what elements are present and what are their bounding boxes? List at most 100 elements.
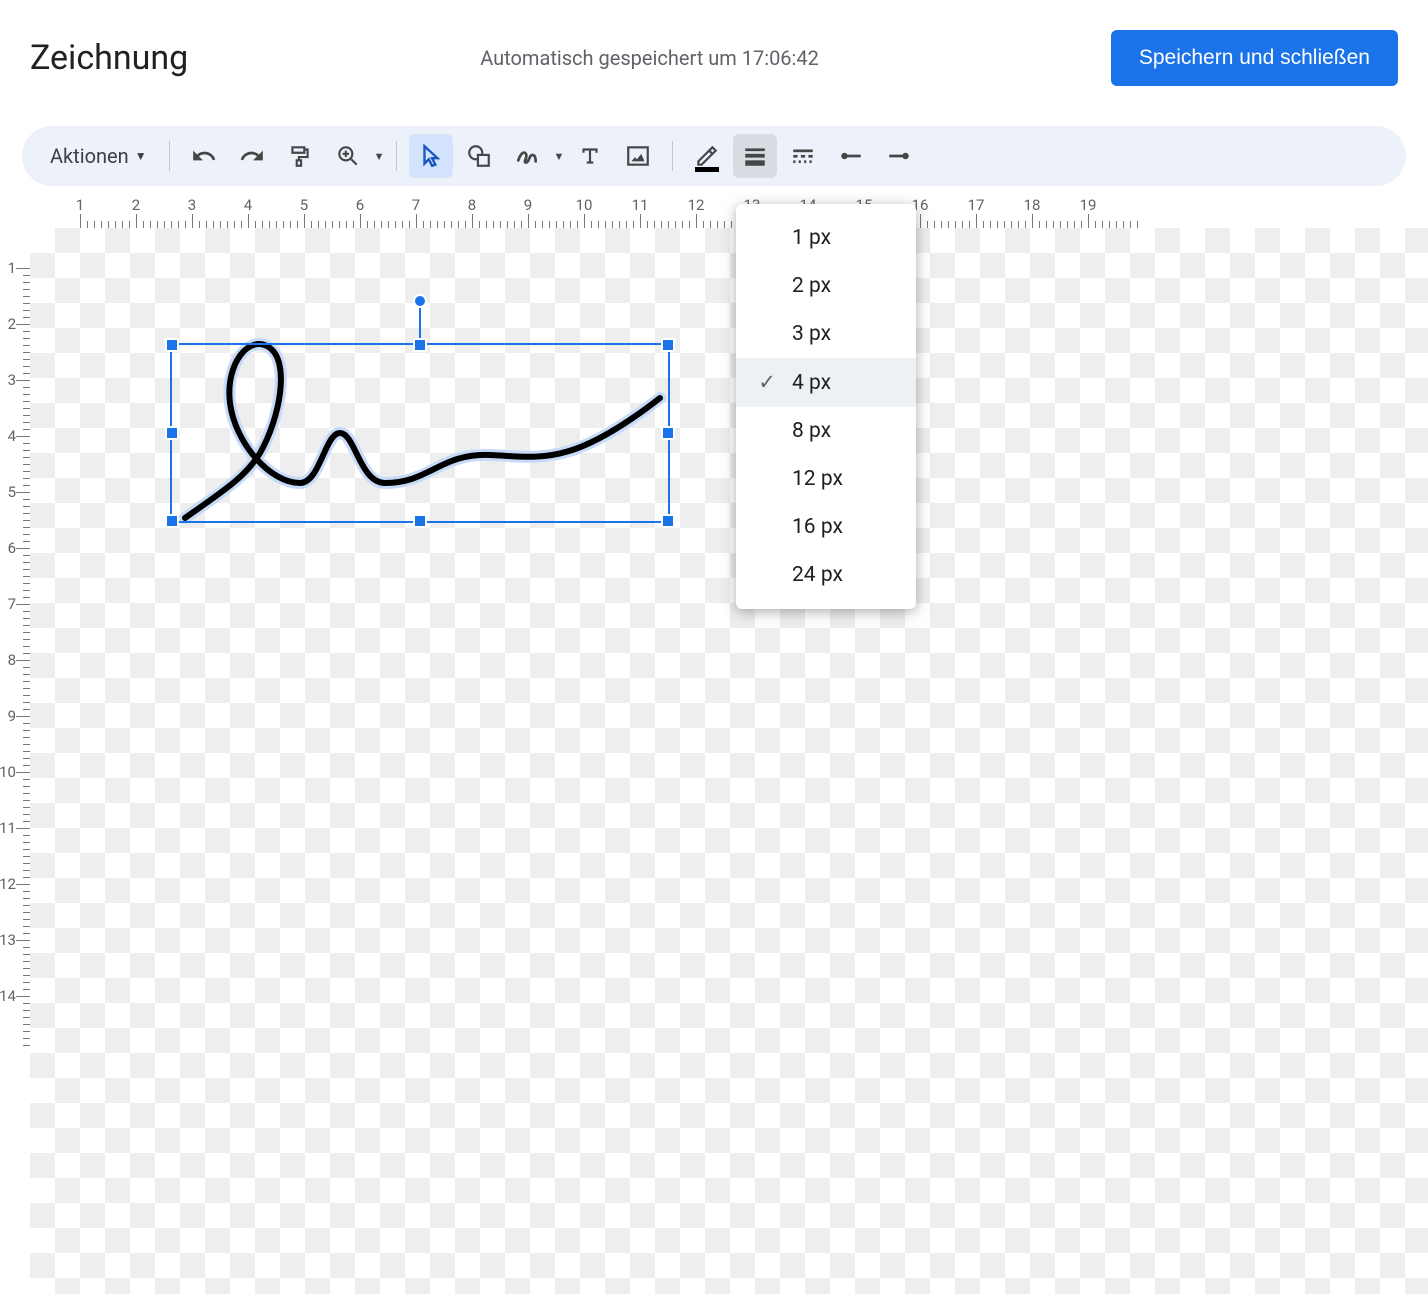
ruler-label: 2	[8, 315, 16, 333]
text-tool-button[interactable]	[568, 134, 612, 178]
pencil-icon	[694, 143, 720, 169]
line-start-button[interactable]	[829, 134, 873, 178]
line-weight-option-label: 1 px	[792, 226, 831, 250]
selection-box[interactable]	[170, 343, 670, 523]
ruler-label: 9	[524, 196, 532, 214]
ruler-label: 6	[356, 196, 364, 214]
ruler-label: 19	[1080, 196, 1097, 214]
redo-button[interactable]	[230, 134, 274, 178]
vertical-ruler: 1234567891011121314	[0, 228, 30, 1294]
line-weight-option[interactable]: 16 px	[736, 503, 916, 551]
resize-handle-se[interactable]	[661, 514, 675, 528]
save-close-button[interactable]: Speichern und schließen	[1111, 30, 1398, 86]
ruler-label: 9	[8, 707, 16, 725]
ruler-label: 5	[8, 483, 16, 501]
zoom-icon	[335, 143, 361, 169]
cursor-icon	[418, 143, 444, 169]
actions-label: Aktionen	[50, 144, 129, 168]
ruler-label: 10	[576, 196, 593, 214]
line-weight-option[interactable]: ✓ 4 px	[736, 358, 916, 407]
ruler-label: 12	[0, 875, 16, 893]
line-weight-button[interactable]	[733, 134, 777, 178]
line-dash-icon	[790, 143, 816, 169]
undo-button[interactable]	[182, 134, 226, 178]
resize-handle-w[interactable]	[165, 426, 179, 440]
zoom-button[interactable]	[326, 134, 370, 178]
text-icon	[577, 143, 603, 169]
ruler-label: 11	[0, 819, 16, 837]
rotation-handle[interactable]	[413, 294, 427, 308]
ruler-label: 2	[132, 196, 140, 214]
resize-handle-s[interactable]	[413, 514, 427, 528]
line-weight-option-label: 12 px	[792, 467, 843, 491]
ruler-label: 18	[1024, 196, 1041, 214]
ruler-label: 3	[8, 371, 16, 389]
drawing-canvas[interactable]	[30, 228, 1428, 1294]
ruler-label: 4	[244, 196, 252, 214]
ruler-label: 1	[76, 196, 84, 214]
select-tool-button[interactable]	[409, 134, 453, 178]
line-weight-icon	[742, 143, 768, 169]
separator	[396, 141, 397, 171]
line-weight-option-label: 4 px	[792, 371, 831, 395]
shape-icon	[466, 143, 492, 169]
image-tool-button[interactable]	[616, 134, 660, 178]
line-start-icon	[838, 143, 864, 169]
horizontal-ruler: 12345678910111213141516171819	[30, 194, 1428, 228]
line-weight-option-label: 24 px	[792, 563, 843, 587]
chevron-down-icon: ▼	[135, 149, 147, 163]
line-weight-option-label: 8 px	[792, 419, 831, 443]
line-weight-option[interactable]: 1 px	[736, 214, 916, 262]
color-swatch	[695, 167, 719, 172]
resize-handle-nw[interactable]	[165, 338, 179, 352]
ruler-label: 4	[8, 427, 16, 445]
redo-icon	[239, 143, 265, 169]
line-weight-option-label: 3 px	[792, 322, 831, 346]
ruler-label: 17	[968, 196, 985, 214]
line-end-button[interactable]	[877, 134, 921, 178]
separator	[672, 141, 673, 171]
ruler-label: 11	[632, 196, 649, 214]
line-weight-option[interactable]: 3 px	[736, 310, 916, 358]
line-dropdown[interactable]: ▼	[553, 150, 564, 163]
line-weight-option[interactable]: 12 px	[736, 455, 916, 503]
separator	[169, 141, 170, 171]
autosave-status: Automatisch gespeichert um 17:06:42	[208, 46, 1091, 70]
line-weight-option-label: 2 px	[792, 274, 831, 298]
undo-icon	[191, 143, 217, 169]
resize-handle-ne[interactable]	[661, 338, 675, 352]
ruler-label: 14	[0, 987, 16, 1005]
line-dash-button[interactable]	[781, 134, 825, 178]
ruler-label: 13	[0, 931, 16, 949]
line-weight-menu: 1 px 2 px 3 px ✓ 4 px 8 px 12 px 16 px 24 px	[736, 204, 916, 609]
paint-format-button[interactable]	[278, 134, 322, 178]
check-icon: ✓	[756, 370, 778, 395]
ruler-label: 3	[188, 196, 196, 214]
zoom-dropdown[interactable]: ▼	[374, 150, 385, 163]
line-end-icon	[886, 143, 912, 169]
scribble-tool-button[interactable]	[505, 134, 549, 178]
resize-handle-n[interactable]	[413, 338, 427, 352]
paint-roller-icon	[287, 143, 313, 169]
ruler-label: 1	[8, 259, 16, 277]
resize-handle-sw[interactable]	[165, 514, 179, 528]
ruler-label: 8	[468, 196, 476, 214]
toolbar: Aktionen ▼ ▼ ▼	[22, 126, 1406, 186]
line-weight-option[interactable]: 2 px	[736, 262, 916, 310]
shape-tool-button[interactable]	[457, 134, 501, 178]
line-weight-option[interactable]: 24 px	[736, 551, 916, 599]
page-title: Zeichnung	[30, 38, 188, 78]
ruler-label: 7	[8, 595, 16, 613]
ruler-label: 5	[300, 196, 308, 214]
line-weight-option-label: 16 px	[792, 515, 843, 539]
resize-handle-e[interactable]	[661, 426, 675, 440]
scribble-icon	[514, 143, 540, 169]
border-color-button[interactable]	[685, 134, 729, 178]
ruler-label: 8	[8, 651, 16, 669]
actions-menu-button[interactable]: Aktionen ▼	[40, 138, 157, 174]
line-weight-option[interactable]: 8 px	[736, 407, 916, 455]
ruler-label: 7	[412, 196, 420, 214]
ruler-label: 12	[688, 196, 705, 214]
image-icon	[625, 143, 651, 169]
ruler-label: 6	[8, 539, 16, 557]
